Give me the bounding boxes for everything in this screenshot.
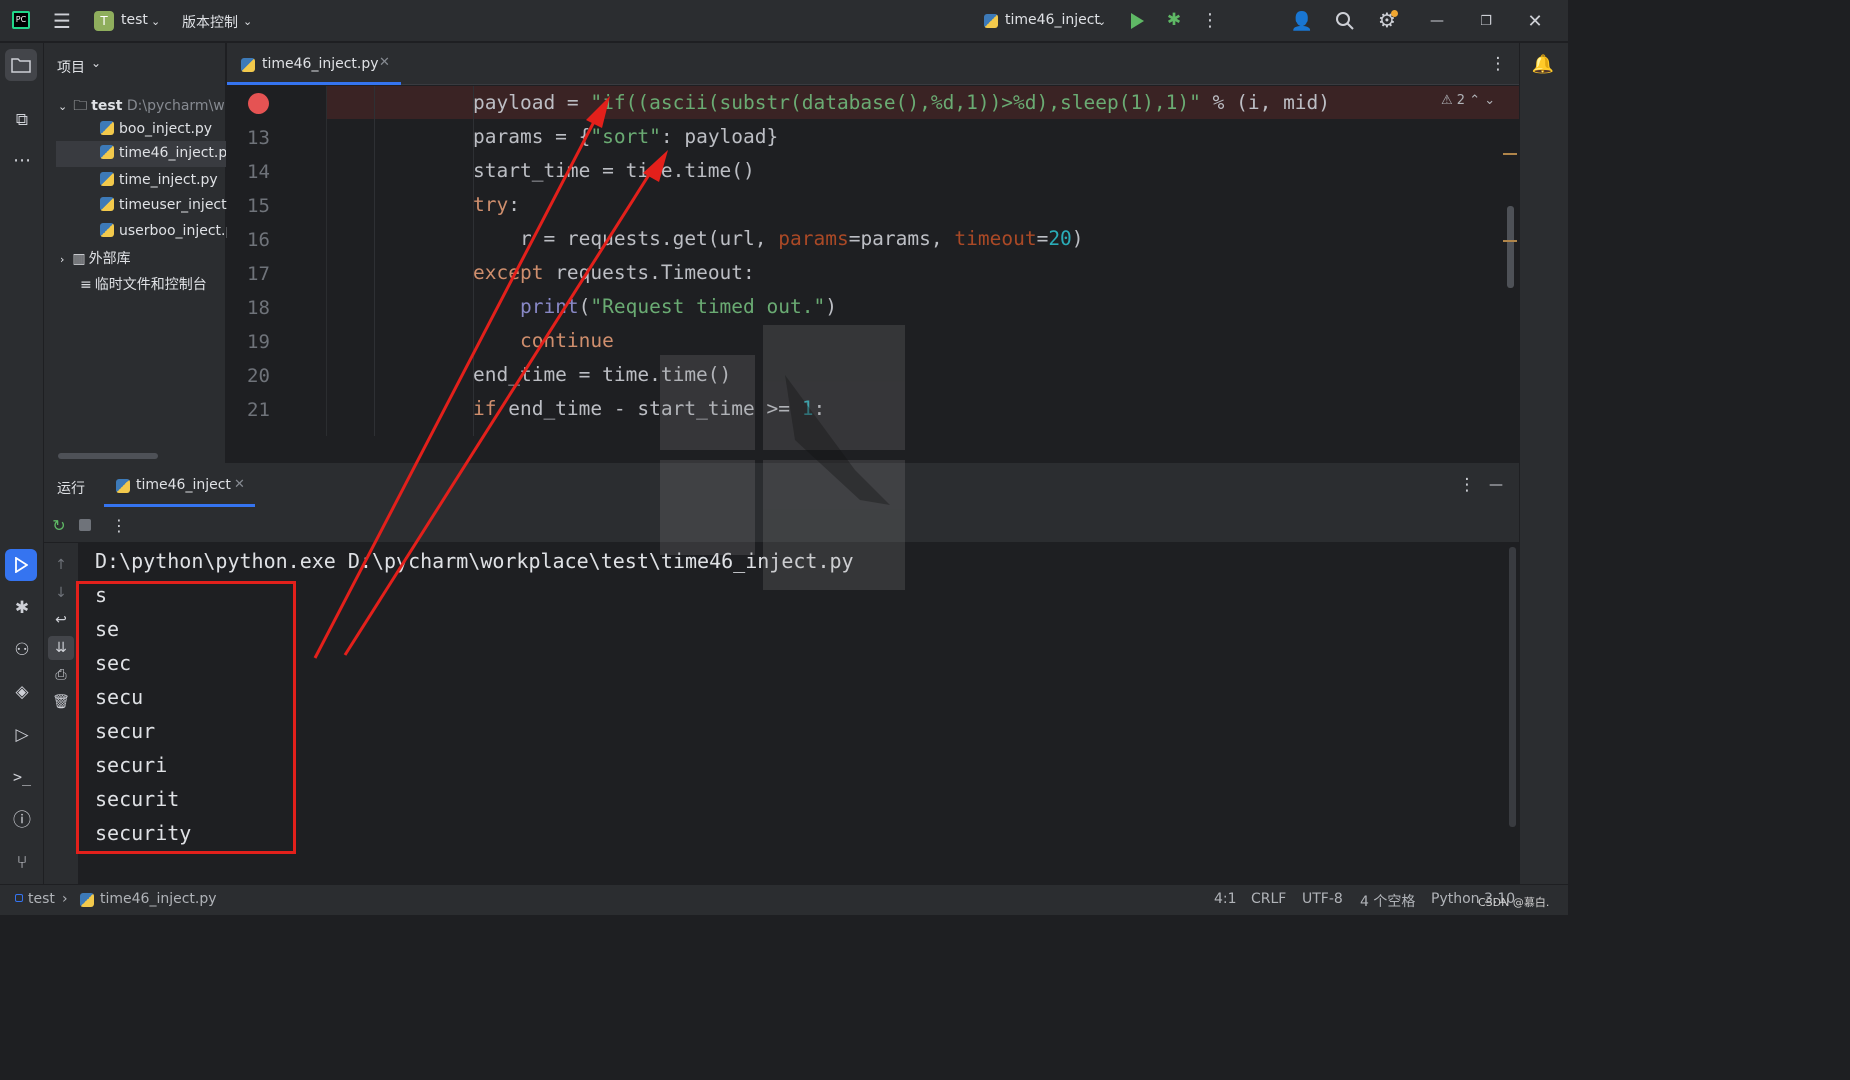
caret-position[interactable]: 4:1 bbox=[1214, 891, 1237, 907]
python-file-icon bbox=[80, 893, 94, 907]
csdn-watermark: CSDN @慕白. bbox=[1478, 896, 1550, 909]
status-bar: test › time46_inject.py 4:1 CRLF UTF-8 4… bbox=[0, 884, 1568, 915]
breadcrumb-project[interactable]: test bbox=[28, 891, 55, 907]
project-square-icon bbox=[15, 894, 23, 902]
indent-setting[interactable]: 4 个空格 bbox=[1360, 891, 1415, 911]
file-encoding[interactable]: UTF-8 bbox=[1302, 891, 1343, 907]
annotation-arrows bbox=[313, 96, 668, 659]
breadcrumb-separator-icon: › bbox=[62, 891, 68, 907]
breadcrumb-file[interactable]: time46_inject.py bbox=[100, 891, 217, 907]
line-separator[interactable]: CRLF bbox=[1251, 891, 1286, 907]
